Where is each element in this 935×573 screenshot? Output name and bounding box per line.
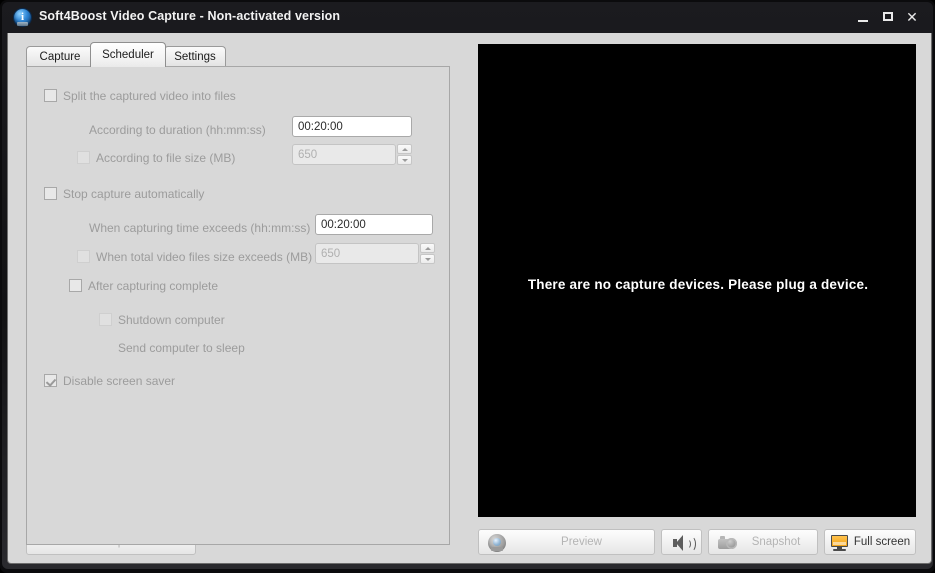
snapshot-button-label: Snapshot [751, 536, 801, 548]
size-exceeds-spinner-up[interactable] [420, 243, 435, 253]
after-complete-checkbox-row[interactable]: After capturing complete [69, 277, 218, 295]
app-window: Soft4Boost Video Capture - Non-activated… [0, 0, 935, 573]
shutdown-computer-radio-row[interactable]: Shutdown computer [99, 311, 225, 329]
app-logo-icon [14, 8, 31, 26]
camera-preview-icon [488, 534, 506, 552]
file-size-spinner-up[interactable] [397, 144, 412, 154]
minimize-icon[interactable] [853, 8, 873, 26]
preview-button-label: Preview [561, 536, 602, 548]
volume-button[interactable] [661, 529, 702, 555]
split-video-label: Split the captured video into files [63, 89, 236, 103]
disable-screensaver-checkbox-row[interactable]: Disable screen saver [44, 372, 175, 390]
size-exceeds-checkbox[interactable] [77, 250, 90, 263]
size-exceeds-spinner-down[interactable] [420, 254, 435, 264]
tab-scheduler[interactable]: Scheduler [90, 42, 166, 67]
scheduler-panel: Split the captured video into files Acco… [26, 66, 450, 545]
file-size-input[interactable] [292, 144, 396, 165]
split-video-checkbox[interactable] [44, 89, 57, 102]
duration-label: According to duration (hh:mm:ss) [89, 123, 266, 137]
monitor-icon [831, 534, 849, 552]
close-icon[interactable]: ✕ [902, 8, 922, 26]
snapshot-button[interactable]: Snapshot [708, 529, 818, 555]
size-exceeds-input[interactable] [315, 243, 419, 264]
split-video-checkbox-row[interactable]: Split the captured video into files [44, 87, 236, 105]
video-preview-area[interactable]: There are no capture devices. Please plu… [478, 44, 916, 517]
tab-settings[interactable]: Settings [164, 46, 226, 67]
camera-icon [718, 534, 737, 552]
title-bar: Soft4Boost Video Capture - Non-activated… [2, 2, 933, 33]
stop-capture-checkbox-row[interactable]: Stop capture automatically [44, 185, 204, 203]
speaker-icon [673, 535, 696, 552]
shutdown-computer-label: Shutdown computer [118, 313, 225, 327]
time-exceeds-label-row: When capturing time exceeds (hh:mm:ss) [89, 219, 310, 237]
preview-button[interactable]: Preview [478, 529, 655, 555]
window-controls: ✕ [853, 8, 922, 26]
file-size-checkbox-row[interactable]: According to file size (MB) [77, 149, 235, 167]
file-size-checkbox[interactable] [77, 151, 90, 164]
size-exceeds-checkbox-row[interactable]: When total video files size exceeds (MB) [77, 248, 312, 266]
size-exceeds-spinner[interactable] [420, 243, 435, 264]
window-title: Soft4Boost Video Capture - Non-activated… [39, 9, 341, 23]
window-frame: Soft4Boost Video Capture - Non-activated… [2, 2, 933, 569]
stop-capture-checkbox[interactable] [44, 187, 57, 200]
time-exceeds-input[interactable] [315, 214, 433, 235]
fullscreen-button-label: Full screen [853, 536, 911, 548]
file-size-spinner-down[interactable] [397, 155, 412, 165]
stop-capture-label: Stop capture automatically [63, 187, 205, 201]
file-size-spinner[interactable] [397, 144, 412, 165]
file-size-label: According to file size (MB) [96, 151, 236, 165]
fullscreen-button[interactable]: Full screen [824, 529, 916, 555]
after-complete-checkbox[interactable] [69, 279, 82, 292]
time-exceeds-label: When capturing time exceeds (hh:mm:ss) [89, 221, 311, 235]
size-exceeds-label: When total video files size exceeds (MB) [96, 250, 313, 264]
sleep-computer-radio-row[interactable]: Send computer to sleep [118, 339, 245, 357]
sleep-computer-label: Send computer to sleep [118, 341, 245, 355]
client-area: Capture Scheduler Settings Split the cap… [7, 33, 932, 564]
after-complete-label: After capturing complete [88, 279, 219, 293]
tab-capture[interactable]: Capture [26, 46, 94, 67]
no-device-message: There are no capture devices. Please plu… [527, 277, 869, 292]
disable-screensaver-label: Disable screen saver [63, 374, 176, 388]
duration-label-row: According to duration (hh:mm:ss) [89, 121, 266, 139]
duration-input[interactable] [292, 116, 412, 137]
maximize-icon[interactable] [878, 8, 898, 26]
shutdown-computer-checkbox[interactable] [99, 313, 112, 326]
disable-screensaver-checkbox[interactable] [44, 374, 57, 387]
